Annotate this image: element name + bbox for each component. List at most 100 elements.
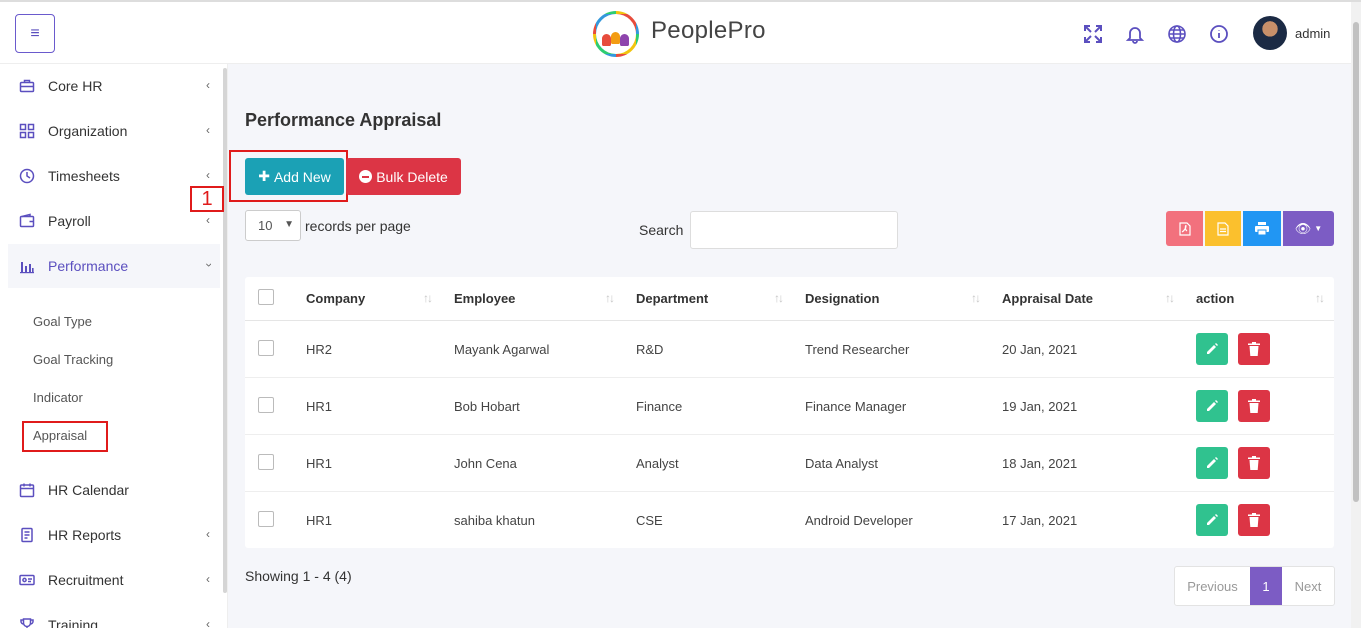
info-icon[interactable]	[1209, 24, 1229, 44]
pencil-icon	[1207, 400, 1218, 411]
globe-icon[interactable]	[1167, 24, 1187, 44]
chevron-left-icon: ‹	[206, 168, 210, 182]
column-header-action[interactable]: action	[1196, 291, 1234, 306]
chevron-left-icon: ‹	[206, 123, 210, 137]
top-header: ≡ PeoplePro admin	[0, 0, 1361, 64]
submenu-item-goal-tracking[interactable]: Goal Tracking	[33, 352, 113, 367]
chevron-left-icon: ‹	[206, 78, 210, 92]
sort-icon[interactable]: ↑↓	[423, 291, 433, 305]
page-length-select[interactable]: 10 ▼	[245, 210, 301, 241]
delete-button[interactable]	[1238, 390, 1270, 422]
trophy-icon	[18, 616, 36, 628]
edit-button[interactable]	[1196, 447, 1228, 479]
fullscreen-icon[interactable]	[1083, 24, 1103, 44]
sidebar-item-label: Payroll	[48, 213, 91, 229]
cell-company: HR1	[306, 399, 333, 414]
page-scrollbar[interactable]	[1351, 2, 1361, 628]
highlight-box-appraisal	[22, 421, 108, 452]
minus-circle-icon	[359, 170, 373, 183]
edit-button[interactable]	[1196, 333, 1228, 365]
sort-icon[interactable]: ↑↓	[1165, 291, 1175, 305]
table-row: HR2 Mayank Agarwal R&D Trend Researcher …	[245, 321, 1334, 378]
table-row: HR1 sahiba khatun CSE Android Developer …	[245, 492, 1334, 549]
sidebar-item-organization[interactable]: Organization ‹	[8, 109, 220, 153]
sidebar-item-payroll[interactable]: Payroll ‹	[8, 199, 220, 243]
sidebar-item-recruitment[interactable]: Recruitment ‹	[8, 558, 220, 602]
trash-icon	[1248, 342, 1260, 356]
bell-icon[interactable]	[1125, 24, 1145, 44]
bulk-delete-label: Bulk Delete	[376, 168, 448, 185]
hamburger-menu-button[interactable]: ≡	[15, 14, 55, 53]
sidebar-scrollbar[interactable]	[223, 68, 227, 593]
user-name[interactable]: admin	[1295, 26, 1330, 41]
sort-icon[interactable]: ↑↓	[605, 291, 615, 305]
row-checkbox[interactable]	[258, 454, 274, 470]
column-header-designation[interactable]: Designation	[805, 291, 879, 306]
avatar[interactable]	[1253, 16, 1287, 50]
cell-department: CSE	[636, 513, 663, 528]
row-checkbox[interactable]	[258, 340, 274, 356]
page-1-button[interactable]: 1	[1250, 567, 1282, 605]
row-checkbox[interactable]	[258, 511, 274, 527]
delete-button[interactable]	[1238, 333, 1270, 365]
delete-button[interactable]	[1238, 447, 1270, 479]
edit-button[interactable]	[1196, 390, 1228, 422]
previous-page-button[interactable]: Previous	[1175, 567, 1250, 605]
page-title: Performance Appraisal	[245, 110, 442, 130]
brand[interactable]: PeoplePro	[593, 10, 766, 58]
pencil-icon	[1207, 343, 1218, 354]
sidebar-item-label: Core HR	[48, 78, 103, 94]
sidebar-item-label: Timesheets	[48, 168, 120, 184]
chevron-left-icon: ‹	[206, 617, 210, 628]
sidebar-item-timesheets[interactable]: Timesheets ‹	[8, 154, 220, 198]
page-length-value: 10	[258, 218, 273, 233]
cell-employee: sahiba khatun	[454, 513, 535, 528]
cell-designation: Data Analyst	[805, 456, 878, 471]
sort-icon[interactable]: ↑↓	[1315, 291, 1325, 305]
cell-appraisal-date: 20 Jan, 2021	[1002, 342, 1078, 357]
row-checkbox[interactable]	[258, 397, 274, 413]
table-row: HR1 Bob Hobart Finance Finance Manager 1…	[245, 378, 1334, 435]
column-header-company[interactable]: Company	[306, 291, 365, 306]
column-header-department[interactable]: Department	[636, 291, 708, 306]
edit-button[interactable]	[1196, 504, 1228, 536]
trash-icon	[1248, 513, 1260, 527]
sidebar-item-hr-calendar[interactable]: HR Calendar	[8, 468, 220, 512]
scrollbar-thumb[interactable]	[1353, 22, 1359, 502]
delete-button[interactable]	[1238, 504, 1270, 536]
print-button[interactable]	[1243, 211, 1281, 246]
search-label: Search	[639, 222, 684, 238]
select-all-checkbox[interactable]	[258, 289, 274, 305]
sidebar-item-label: HR Calendar	[48, 482, 129, 498]
cell-department: Analyst	[636, 456, 679, 471]
column-header-employee[interactable]: Employee	[454, 291, 515, 306]
export-pdf-button[interactable]	[1166, 211, 1203, 246]
cell-employee: Bob Hobart	[454, 399, 520, 414]
submenu-item-indicator[interactable]: Indicator	[33, 390, 83, 405]
table-row: HR1 John Cena Analyst Data Analyst 18 Ja…	[245, 435, 1334, 492]
csv-file-icon	[1217, 221, 1229, 236]
sort-icon[interactable]: ↑↓	[774, 291, 784, 305]
sidebar-item-performance[interactable]: Performance ‹	[8, 244, 220, 288]
sort-icon[interactable]: ↑↓	[971, 291, 981, 305]
sidebar-item-training[interactable]: Training ‹	[8, 603, 220, 628]
export-csv-button[interactable]	[1205, 211, 1241, 246]
chevron-down-icon: ‹	[201, 263, 215, 267]
sidebar-item-core-hr[interactable]: Core HR ‹	[8, 64, 220, 108]
cell-designation: Finance Manager	[805, 399, 907, 414]
chevron-left-icon: ‹	[206, 527, 210, 541]
column-visibility-button[interactable]: 👁 ▼	[1283, 211, 1334, 246]
sidebar-item-hr-reports[interactable]: HR Reports ‹	[8, 513, 220, 557]
showing-info: Showing 1 - 4 (4)	[245, 568, 352, 584]
bulk-delete-button[interactable]: Bulk Delete	[346, 158, 461, 195]
search-input[interactable]	[690, 211, 898, 249]
column-header-appraisal-date[interactable]: Appraisal Date	[1002, 291, 1093, 306]
next-page-button[interactable]: Next	[1282, 567, 1334, 605]
pencil-icon	[1207, 514, 1218, 525]
calendar-icon	[18, 481, 36, 499]
add-new-button[interactable]: ✚ Add New	[245, 158, 344, 195]
submenu-item-goal-type[interactable]: Goal Type	[33, 314, 92, 329]
plus-icon: ✚	[258, 168, 270, 184]
cell-company: HR2	[306, 342, 333, 357]
sidebar-item-label: HR Reports	[48, 527, 122, 543]
